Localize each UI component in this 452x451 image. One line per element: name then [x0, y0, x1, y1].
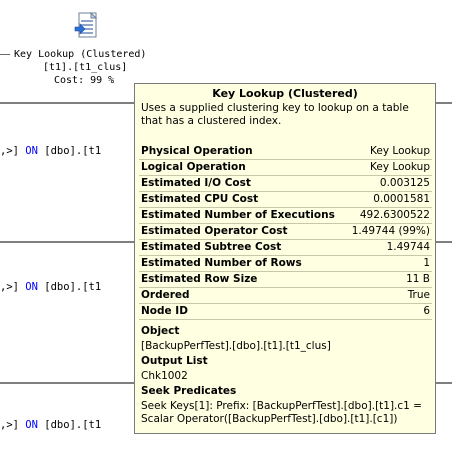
operator-tooltip: Key Lookup (Clustered) Uses a supplied c… — [134, 83, 436, 434]
property-row: Estimated Row Size 11 B — [139, 272, 432, 288]
property-row: Estimated Operator Cost 1.49744 (99%) — [139, 224, 432, 240]
property-value: 1.49744 (99%) — [351, 225, 430, 237]
query-rest: [dbo].[t1 — [44, 281, 102, 293]
query-keyword: ON — [25, 281, 38, 293]
query-rest: [dbo].[t1 — [44, 419, 102, 431]
tooltip-description: Uses a supplied clustering key to lookup… — [141, 102, 409, 127]
property-value: 0.003125 — [379, 177, 430, 189]
key-lookup-icon — [74, 12, 98, 38]
property-key: Estimated Row Size — [141, 273, 258, 285]
property-value: Key Lookup — [370, 161, 430, 173]
property-value: True — [407, 289, 430, 301]
property-key: Estimated Subtree Cost — [141, 241, 282, 253]
property-value: Key Lookup — [370, 145, 430, 157]
property-key: Physical Operation — [141, 145, 253, 157]
property-row: Ordered True — [139, 288, 432, 304]
seek-predicates-value: Seek Keys[1]: Prefix: [BackupPerfTest].[… — [141, 400, 422, 425]
property-row: Estimated Subtree Cost 1.49744 — [139, 240, 432, 256]
query-prefix: ,>] — [0, 145, 19, 157]
tooltip-title: Key Lookup (Clustered) — [212, 87, 358, 100]
query-keyword: ON — [25, 145, 38, 157]
statement-separator — [0, 102, 135, 104]
plan-connector-line — [0, 54, 10, 55]
statement-separator — [0, 382, 135, 384]
property-key: Logical Operation — [141, 161, 246, 173]
property-value: 1.49744 — [386, 241, 430, 253]
property-row: Node ID 6 — [139, 304, 432, 320]
property-key: Estimated Number of Executions — [141, 209, 335, 221]
query-keyword: ON — [25, 419, 38, 431]
seek-predicates-label: Seek Predicates — [141, 385, 237, 397]
plan-node-title: Key Lookup (Clustered) — [14, 49, 147, 60]
property-value: 1 — [423, 257, 430, 269]
output-list-label: Output List — [141, 355, 208, 367]
query-rest: [dbo].[t1 — [44, 145, 102, 157]
tooltip-properties: Physical Operation Key Lookup Logical Ope… — [139, 144, 432, 320]
statement-separator — [436, 241, 452, 243]
property-key: Estimated I/O Cost — [141, 177, 251, 189]
property-row: Estimated Number of Executions 492.630052… — [139, 208, 432, 224]
property-value: 492.6300522 — [359, 209, 430, 221]
query-text-line: ,>] ON [dbo].[t1 — [0, 419, 101, 431]
property-key: Ordered — [141, 289, 190, 301]
property-value: 6 — [423, 305, 430, 317]
query-text-line: ,>] ON [dbo].[t1 — [0, 145, 101, 157]
object-label: Object — [141, 325, 180, 337]
property-row: Estimated Number of Rows 1 — [139, 256, 432, 272]
plan-node-cost: Cost: 99 % — [54, 75, 115, 86]
query-prefix: ,>] — [0, 281, 19, 293]
query-prefix: ,>] — [0, 419, 19, 431]
statement-separator — [436, 102, 452, 104]
property-row: Physical Operation Key Lookup — [139, 144, 432, 160]
plan-node-object: [t1].[t1_clus] — [43, 62, 128, 73]
property-value: 11 B — [406, 273, 430, 285]
property-key: Estimated Number of Rows — [141, 257, 302, 269]
property-row: Estimated CPU Cost 0.0001581 — [139, 192, 432, 208]
property-row: Logical Operation Key Lookup — [139, 160, 432, 176]
statement-separator — [0, 241, 135, 243]
property-key: Node ID — [141, 305, 188, 317]
query-text-line: ,>] ON [dbo].[t1 — [0, 281, 101, 293]
property-key: Estimated CPU Cost — [141, 193, 259, 205]
property-value: 0.0001581 — [373, 193, 430, 205]
property-row: Estimated I/O Cost 0.003125 — [139, 176, 432, 192]
statement-separator — [436, 382, 452, 384]
property-key: Estimated Operator Cost — [141, 225, 288, 237]
object-value: [BackupPerfTest].[dbo].[t1].[t1_clus] — [141, 340, 331, 352]
output-list-value: Chk1002 — [141, 370, 188, 382]
